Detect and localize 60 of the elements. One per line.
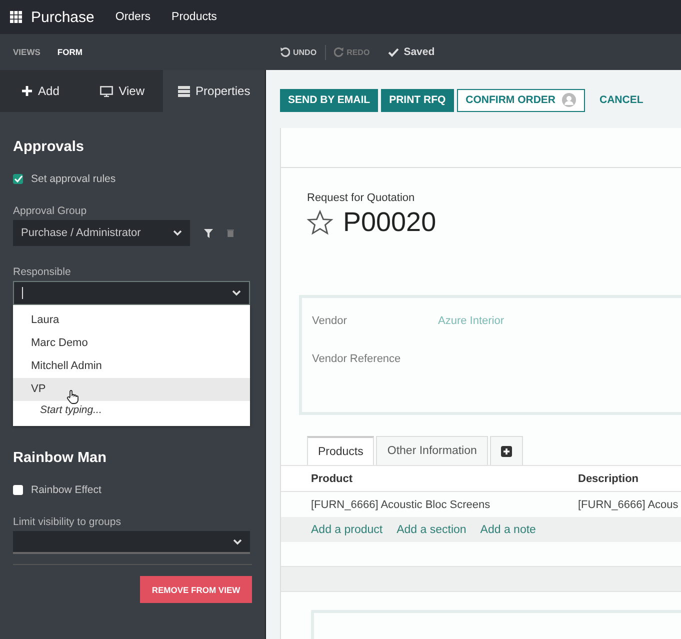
dropdown-hint: Start typing... (39, 403, 103, 418)
document-type: Request for Quotation (307, 192, 416, 204)
column-header: Product (311, 472, 354, 484)
chevron-down-icon (233, 538, 242, 544)
rainbow-effect-checkbox[interactable] (13, 485, 23, 495)
dropdown-option[interactable]: Mitchell Admin (13, 355, 250, 378)
sidebar-tab[interactable]: Properties (162, 70, 265, 112)
save-status: Saved (404, 46, 435, 58)
editor-tab[interactable]: VIEWS (13, 47, 40, 57)
menu-item[interactable]: Products (172, 11, 217, 23)
notebook-tab[interactable]: Products (307, 436, 374, 465)
star-icon[interactable] (307, 210, 333, 235)
field-label: Vendor Reference (312, 353, 402, 367)
plus-icon (22, 86, 32, 96)
approval-rules-checkbox[interactable] (13, 174, 23, 184)
column-header: Description (578, 472, 639, 484)
action-button[interactable]: CANCEL (592, 88, 652, 112)
table-cell-text: [FURN_6666] Acoustic Bloc Screens (311, 498, 492, 510)
monitor-icon (100, 86, 113, 96)
add-line-link[interactable]: Add a note (480, 524, 536, 536)
notebook-tab[interactable]: Other Information (376, 436, 488, 465)
dropdown-option[interactable]: Laura (13, 309, 250, 332)
redo-icon (334, 47, 344, 57)
undo-button[interactable]: UNDO (276, 47, 321, 57)
approval-group-select[interactable]: Purchase / Administrator (13, 220, 190, 246)
list-icon (178, 86, 190, 96)
menu-item[interactable]: Orders (115, 11, 151, 23)
app-title: Purchase (31, 8, 94, 26)
dropdown-option[interactable]: VP (13, 378, 250, 401)
check-icon (388, 48, 399, 56)
field-label: Limit visibility to groups (13, 516, 122, 528)
filter-icon[interactable] (204, 228, 213, 238)
remove-from-view-button[interactable]: REMOVE FROM VIEW (140, 576, 252, 603)
document-title: P00020 (343, 207, 436, 238)
field-label: Responsible (13, 266, 72, 278)
hand-cursor-icon (66, 390, 79, 404)
avatar-icon (562, 93, 576, 107)
editor-tab[interactable]: FORM (57, 47, 82, 57)
chevron-down-icon (173, 230, 182, 236)
field-label: Approval Group (13, 205, 88, 217)
section-title: Approvals (13, 139, 85, 157)
groups-select[interactable] (13, 531, 250, 554)
responsible-input[interactable] (13, 281, 250, 305)
add-tab-button[interactable] (490, 436, 523, 465)
action-button[interactable]: CONFIRM ORDER (456, 88, 585, 112)
table-cell: [FURN_6666] Acous (578, 498, 678, 510)
checkbox-label: Set approval rules (31, 173, 116, 185)
section-title: Rainbow Man (13, 450, 108, 468)
chevron-down-icon (232, 290, 241, 296)
select-value: Purchase / Administrator (21, 227, 141, 239)
apps-grid-icon[interactable] (10, 11, 22, 23)
undo-icon (280, 47, 290, 57)
field-label: Vendor (312, 315, 348, 329)
action-button[interactable]: SEND BY EMAIL (280, 88, 378, 112)
add-line-link[interactable]: Add a section (396, 524, 466, 536)
add-line-link[interactable]: Add a product (311, 524, 383, 536)
dropdown-option[interactable]: Marc Demo (13, 332, 250, 355)
checkbox-label: Rainbow Effect (31, 484, 102, 496)
plus-square-icon (500, 446, 512, 456)
action-button[interactable]: PRINT RFQ (381, 88, 454, 112)
